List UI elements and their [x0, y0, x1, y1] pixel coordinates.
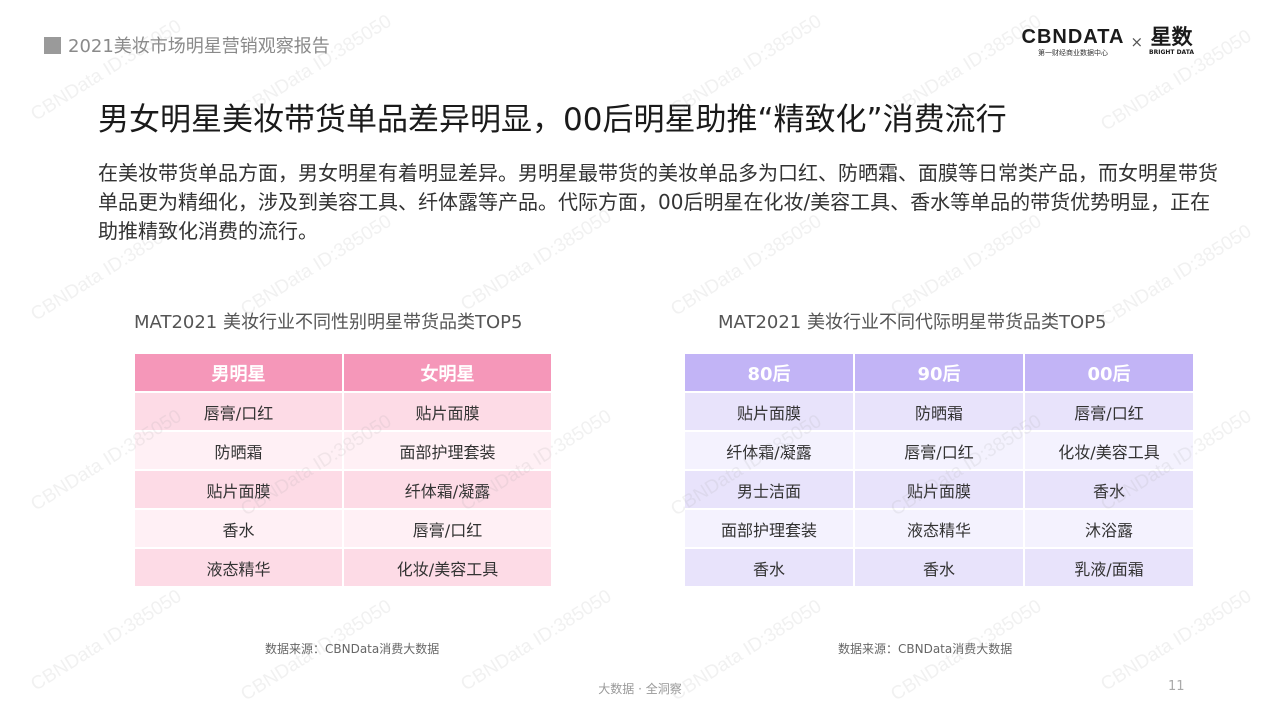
- table-row: 纤体霜/凝露 唇膏/口红 化妆/美容工具: [685, 432, 1193, 469]
- table-cell: 唇膏/口红: [1025, 393, 1193, 430]
- table-cell: 防晒霜: [855, 393, 1023, 430]
- table-cell: 防晒霜: [135, 432, 342, 469]
- table-row: 男士洁面 贴片面膜 香水: [685, 471, 1193, 508]
- generation-table: 80后 90后 00后 贴片面膜 防晒霜 唇膏/口红 纤体霜/凝露 唇膏/口红 …: [683, 352, 1195, 588]
- generation-table-title: MAT2021 美妆行业不同代际明星带货品类TOP5: [718, 312, 1107, 333]
- page-description: 在美妆带货单品方面，男女明星有着明显差异。男明星最带货的美妆单品多为口红、防晒霜…: [98, 161, 1218, 243]
- table-row: 贴片面膜 防晒霜 唇膏/口红: [685, 393, 1193, 430]
- page-title: 男女明星美妆带货单品差异明显，00后明星助推“精致化”消费流行: [98, 102, 1007, 138]
- brightdata-logo-subtitle: BRIGHT DATA: [1149, 49, 1194, 56]
- table-row: 贴片面膜 纤体霜/凝露: [135, 471, 551, 508]
- table-cell: 男士洁面: [685, 471, 853, 508]
- table-cell: 纤体霜/凝露: [344, 471, 551, 508]
- table-cell: 香水: [855, 549, 1023, 586]
- logo-separator: ×: [1130, 33, 1144, 51]
- footer-slogan: 大数据 · 全洞察: [598, 682, 682, 696]
- cbndata-logo-text: CBNDATA: [1021, 26, 1125, 48]
- report-title: 2021美妆市场明星营销观察报告: [68, 36, 330, 57]
- brand-logo: CBNDATA 第一财经商业数据中心 × 星数 BRIGHT DATA: [1022, 26, 1194, 58]
- generation-header-90s: 90后: [855, 354, 1023, 391]
- table-cell: 液态精华: [135, 549, 342, 586]
- generation-header-00s: 00后: [1025, 354, 1193, 391]
- gender-table-source: 数据来源：CBNData消费大数据: [265, 642, 440, 656]
- table-cell: 唇膏/口红: [344, 510, 551, 547]
- table-cell: 贴片面膜: [685, 393, 853, 430]
- table-header-row: 男明星 女明星: [135, 354, 551, 391]
- cbndata-logo-subtitle: 第一财经商业数据中心: [1037, 49, 1108, 57]
- table-cell: 贴片面膜: [135, 471, 342, 508]
- table-header-row: 80后 90后 00后: [685, 354, 1193, 391]
- table-row: 液态精华 化妆/美容工具: [135, 549, 551, 586]
- gender-header-male: 男明星: [135, 354, 342, 391]
- table-row: 香水 唇膏/口红: [135, 510, 551, 547]
- brightdata-logo: 星数 BRIGHT DATA: [1149, 26, 1194, 58]
- table-cell: 唇膏/口红: [855, 432, 1023, 469]
- table-row: 香水 香水 乳液/面霜: [685, 549, 1193, 586]
- table-cell: 化妆/美容工具: [1025, 432, 1193, 469]
- table-cell: 唇膏/口红: [135, 393, 342, 430]
- table-cell: 纤体霜/凝露: [685, 432, 853, 469]
- table-cell: 香水: [135, 510, 342, 547]
- table-cell: 香水: [685, 549, 853, 586]
- cbndata-logo: CBNDATA 第一财经商业数据中心: [1022, 26, 1125, 58]
- table-cell: 液态精华: [855, 510, 1023, 547]
- table-row: 防晒霜 面部护理套装: [135, 432, 551, 469]
- table-cell: 沐浴露: [1025, 510, 1193, 547]
- generation-table-source: 数据来源：CBNData消费大数据: [838, 642, 1013, 656]
- table-cell: 面部护理套装: [685, 510, 853, 547]
- gender-table-title: MAT2021 美妆行业不同性别明星带货品类TOP5: [134, 312, 523, 333]
- table-row: 唇膏/口红 贴片面膜: [135, 393, 551, 430]
- gender-header-female: 女明星: [344, 354, 551, 391]
- table-cell: 乳液/面霜: [1025, 549, 1193, 586]
- table-row: 面部护理套装 液态精华 沐浴露: [685, 510, 1193, 547]
- table-cell: 化妆/美容工具: [344, 549, 551, 586]
- generation-header-80s: 80后: [685, 354, 853, 391]
- header-square-icon: [44, 36, 61, 54]
- table-cell: 贴片面膜: [855, 471, 1023, 508]
- report-header: 2021美妆市场明星营销观察报告: [44, 32, 330, 58]
- table-cell: 香水: [1025, 471, 1193, 508]
- brightdata-logo-text: 星数: [1150, 25, 1193, 49]
- table-cell: 贴片面膜: [344, 393, 551, 430]
- page-number: 11: [1168, 679, 1185, 694]
- table-cell: 面部护理套装: [344, 432, 551, 469]
- gender-table: 男明星 女明星 唇膏/口红 贴片面膜 防晒霜 面部护理套装 贴片面膜 纤体霜/凝…: [133, 352, 553, 588]
